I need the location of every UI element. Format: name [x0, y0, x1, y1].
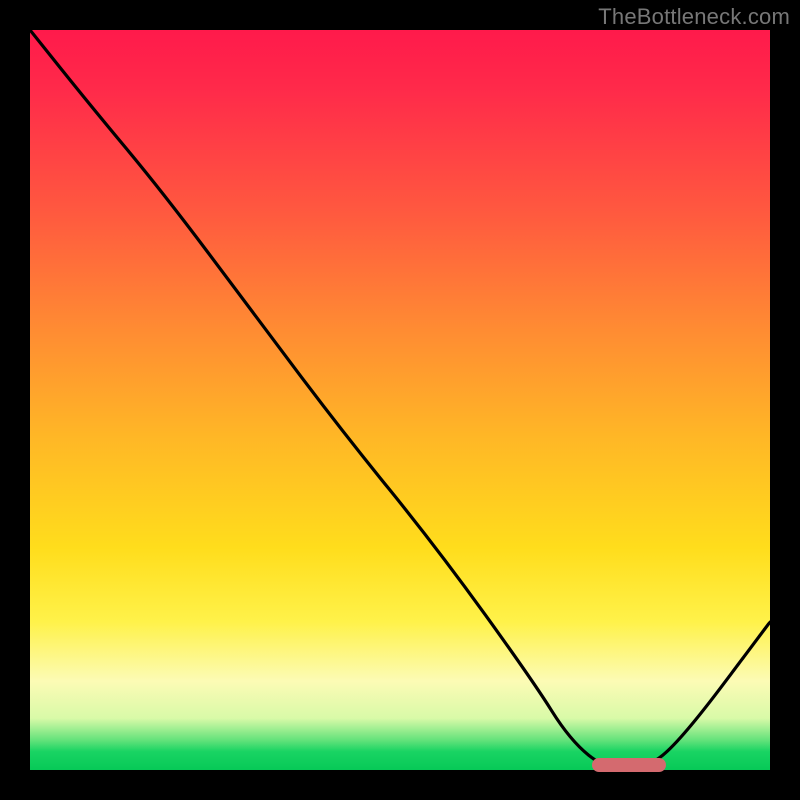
chart-plot-area [30, 30, 770, 770]
bottleneck-curve [30, 30, 770, 770]
watermark-text: TheBottleneck.com [598, 4, 790, 30]
chart-frame: TheBottleneck.com [0, 0, 800, 800]
optimal-range-marker [592, 758, 666, 772]
curve-path [30, 30, 770, 770]
